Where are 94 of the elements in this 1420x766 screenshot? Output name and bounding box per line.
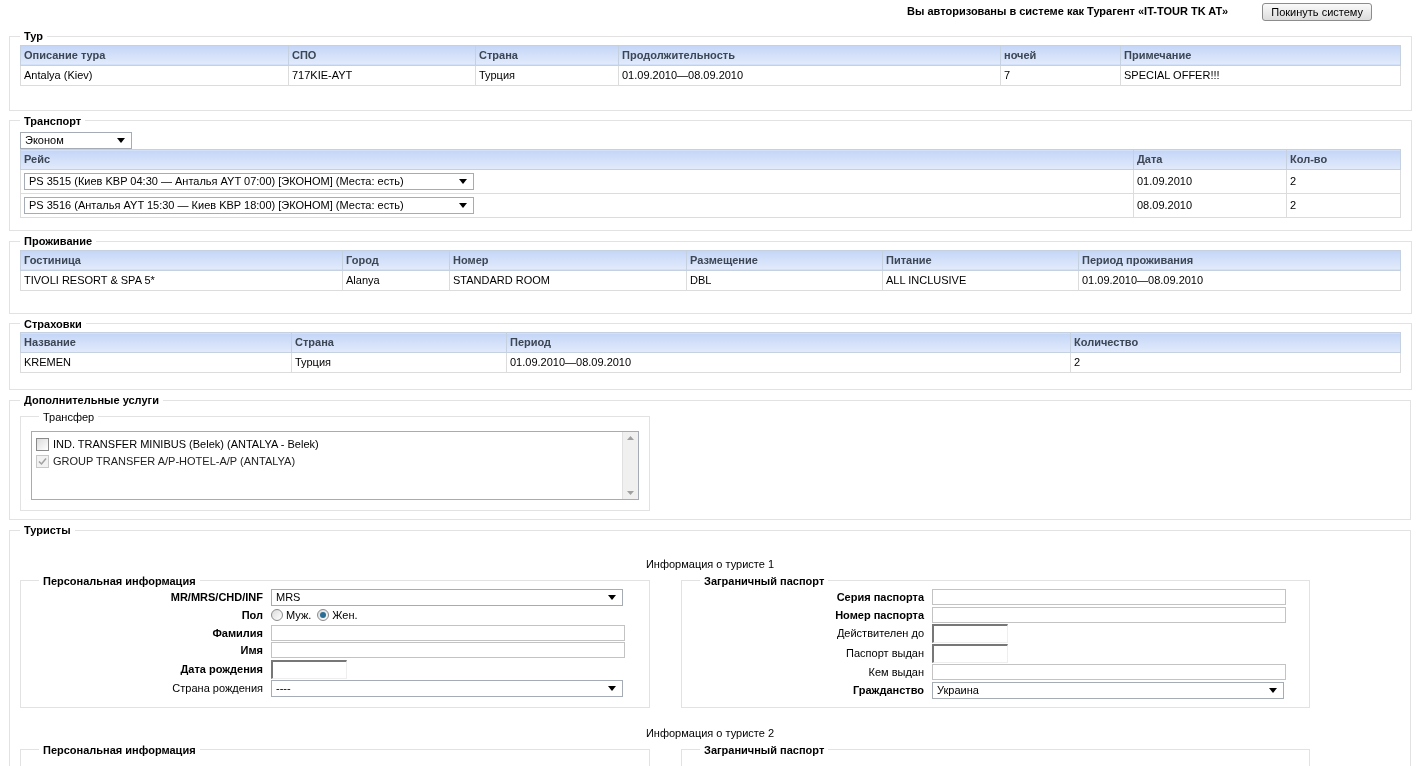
field-label: Фамилия — [211, 625, 263, 641]
column-header: ночей — [1000, 45, 1121, 65]
column-header: Период — [506, 332, 1071, 353]
caret-icon — [608, 595, 616, 600]
section-title: Персональная информация — [42, 573, 197, 589]
checkbox-label: IND. TRANSFER MINIBUS (Belek) (ANTALYA - Belek) — [53, 437, 319, 453]
section-title: Тур — [23, 29, 44, 44]
section-title: Страховки — [23, 316, 83, 332]
radio-option[interactable]: Муж. — [271, 607, 312, 624]
input-field[interactable] — [932, 589, 1286, 606]
section-title: Трансфер — [42, 409, 96, 425]
scrollbar[interactable] — [622, 432, 638, 499]
table-cell: 01.09.2010—08.09.2010 — [506, 352, 1071, 373]
table-cell: DBL — [686, 270, 883, 290]
table-cell: Antalya (Kiev) — [20, 65, 289, 85]
table-cell: STANDARD ROOM — [449, 270, 687, 290]
scroll-up-icon[interactable] — [627, 436, 634, 440]
field-label: Гражданство — [851, 682, 924, 698]
column-header: Период проживания — [1078, 250, 1401, 270]
field-label: Страна рождения — [171, 680, 263, 696]
caret-icon — [459, 179, 467, 184]
logout-button[interactable]: Покинуть систему — [1262, 2, 1372, 21]
table-cell: 2 — [1070, 352, 1401, 373]
date-field[interactable] — [932, 624, 1008, 643]
section-title: Транспорт — [23, 113, 83, 129]
table-cell: 01.09.2010—08.09.2010 — [1078, 270, 1401, 290]
radio-option[interactable]: Жен. — [317, 607, 358, 624]
checkbox-label: GROUP TRANSFER A/P-HOTEL-A/P (ANTALYA) — [53, 454, 296, 470]
field-label: MR/MRS/CHD/INF — [169, 590, 263, 606]
field-label: Действителен до — [835, 626, 924, 642]
field-label: Дата рождения — [179, 661, 263, 677]
field-label: Пол — [240, 608, 263, 623]
input-field[interactable] — [271, 642, 625, 659]
input-field[interactable] — [932, 664, 1286, 681]
column-header: Кол-во — [1286, 149, 1401, 170]
column-header: Название — [20, 332, 292, 353]
section-title: Заграничный паспорт — [703, 573, 826, 589]
column-header: Описание тура — [20, 45, 289, 65]
input-field[interactable] — [932, 606, 1286, 623]
dropdown[interactable]: ---- — [271, 679, 623, 697]
column-header: Рейс — [20, 149, 1134, 170]
section-title: Туристы — [23, 523, 72, 538]
column-header: Гостиница — [20, 250, 343, 270]
field-label: Номер паспорта — [834, 607, 924, 623]
column-header: Продолжительность — [618, 45, 1001, 65]
field-label: Имя — [239, 643, 263, 658]
caret-icon — [117, 138, 125, 143]
table-cell: KREMEN — [20, 352, 292, 373]
table-cell: ALL INCLUSIVE — [882, 270, 1079, 290]
table-cell: 7 — [1000, 65, 1121, 85]
table-cell: Alanya — [342, 270, 450, 290]
dropdown[interactable]: MRS — [271, 589, 623, 606]
input-field[interactable] — [271, 624, 625, 641]
table-cell: SPECIAL OFFER!!! — [1120, 65, 1401, 85]
caret-icon — [1269, 687, 1277, 693]
flight-dropdown[interactable]: PS 3516 (Анталья AYT 15:30 — Киев KBP 18:00) [ЭКОНОМ] (Места: есть) — [24, 197, 474, 214]
column-header: Страна — [291, 332, 507, 353]
column-header: Дата — [1133, 149, 1287, 170]
field-label: Кем выдан — [867, 665, 924, 680]
table-cell: 2 — [1286, 169, 1401, 194]
column-header: Размещение — [686, 250, 883, 270]
section-title: Заграничный паспорт — [703, 742, 826, 758]
login-status: Вы авторизованы в системе как Турагент «IT-TOUR TK AT» — [907, 3, 1229, 19]
table-cell: 2 — [1286, 193, 1401, 218]
column-header: Количество — [1070, 332, 1401, 353]
column-header: Питание — [882, 250, 1079, 270]
field-label: Серия паспорта — [835, 590, 924, 605]
column-header: Номер — [449, 250, 687, 270]
section-title: Дополнительные услуги — [23, 393, 160, 408]
field-label: Паспорт выдан — [845, 646, 924, 662]
section-title: Персональная информация — [42, 742, 197, 758]
class-dropdown[interactable]: Эконом — [20, 132, 132, 149]
scroll-down-icon[interactable] — [627, 491, 634, 495]
flight-dropdown[interactable]: PS 3515 (Киев KBP 04:30 — Анталья AYT 07:00) [ЭКОНОМ] (Места: есть) — [24, 173, 474, 190]
table-cell: 717KIE-AYT — [288, 65, 476, 85]
table-cell: 08.09.2010 — [1133, 193, 1287, 218]
checkbox[interactable] — [36, 438, 49, 451]
column-header: Примечание — [1120, 45, 1401, 65]
table-cell: Турция — [475, 65, 619, 85]
column-header: Город — [342, 250, 450, 270]
column-header: СПО — [288, 45, 476, 65]
tourist-heading: Информация о туристе 1 — [645, 556, 775, 571]
column-header: Страна — [475, 45, 619, 65]
date-field[interactable] — [932, 644, 1008, 663]
table-cell: TIVOLI RESORT & SPA 5* — [20, 270, 343, 290]
date-field[interactable] — [271, 659, 347, 679]
section-title: Проживание — [23, 234, 94, 249]
table-cell: 01.09.2010 — [1133, 169, 1287, 194]
caret-icon — [608, 685, 616, 691]
table-cell: 01.09.2010—08.09.2010 — [618, 65, 1001, 85]
dropdown[interactable]: Украина — [932, 681, 1284, 699]
table-cell: Турция — [291, 352, 507, 373]
caret-icon — [459, 203, 467, 208]
tourist-heading: Информация о туристе 2 — [645, 725, 775, 740]
